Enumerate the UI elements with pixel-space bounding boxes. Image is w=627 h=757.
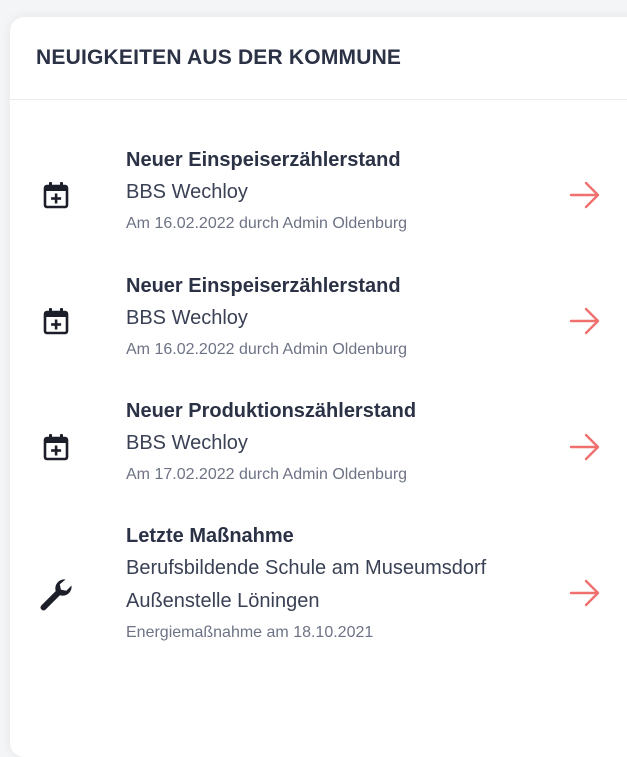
news-item-2[interactable]: Neuer Einspeiserzählerstand BBS Wechloy … — [10, 271, 627, 371]
news-item-title: Neuer Einspeiserzählerstand — [126, 275, 401, 297]
news-item-subtitle: Berufsbildende Schule am Museumsdorf Auß… — [126, 557, 487, 612]
news-item-3[interactable]: Neuer Produktionszählerstand BBS Wechloy… — [10, 396, 627, 496]
news-item-title: Neuer Einspeiserzählerstand — [126, 149, 401, 171]
news-item-text: Neuer Einspeiserzählerstand BBS Wechloy … — [126, 271, 546, 365]
arrow-right-icon[interactable] — [565, 573, 605, 613]
news-item-text: Letzte Maßnahme Berufsbildende Schule am… — [126, 521, 546, 648]
calendar-plus-icon — [36, 175, 76, 215]
arrow-right-icon[interactable] — [565, 175, 605, 215]
news-item-meta: Energiemaßnahme am 18.10.2021 — [126, 624, 374, 641]
news-item-meta: Am 16.02.2022 durch Admin Oldenburg — [126, 341, 408, 358]
news-item-4[interactable]: Letzte Maßnahme Berufsbildende Schule am… — [10, 521, 627, 661]
arrow-right-icon[interactable] — [565, 427, 605, 467]
wrench-icon — [36, 574, 76, 614]
news-item-1[interactable]: Neuer Einspeiserzählerstand BBS Wechloy … — [10, 145, 627, 245]
news-item-text: Neuer Produktionszählerstand BBS Wechloy… — [126, 396, 546, 490]
news-item-meta: Am 17.02.2022 durch Admin Oldenburg — [126, 466, 408, 483]
news-item-meta: Am 16.02.2022 durch Admin Oldenburg — [126, 215, 408, 232]
news-card: NEUIGKEITEN AUS DER KOMMUNE Neuer Einspe… — [10, 17, 627, 757]
card-header: NEUIGKEITEN AUS DER KOMMUNE — [10, 17, 627, 100]
news-item-text: Neuer Einspeiserzählerstand BBS Wechloy … — [126, 145, 546, 239]
news-item-subtitle: BBS Wechloy — [126, 432, 248, 454]
calendar-plus-icon — [36, 301, 76, 341]
news-item-subtitle: BBS Wechloy — [126, 181, 248, 203]
arrow-right-icon[interactable] — [565, 301, 605, 341]
card-title: NEUIGKEITEN AUS DER KOMMUNE — [36, 46, 402, 69]
calendar-plus-icon — [36, 427, 76, 467]
news-item-subtitle: BBS Wechloy — [126, 307, 248, 329]
news-item-title: Neuer Produktionszählerstand — [126, 400, 417, 422]
news-item-title: Letzte Maßnahme — [126, 525, 294, 547]
